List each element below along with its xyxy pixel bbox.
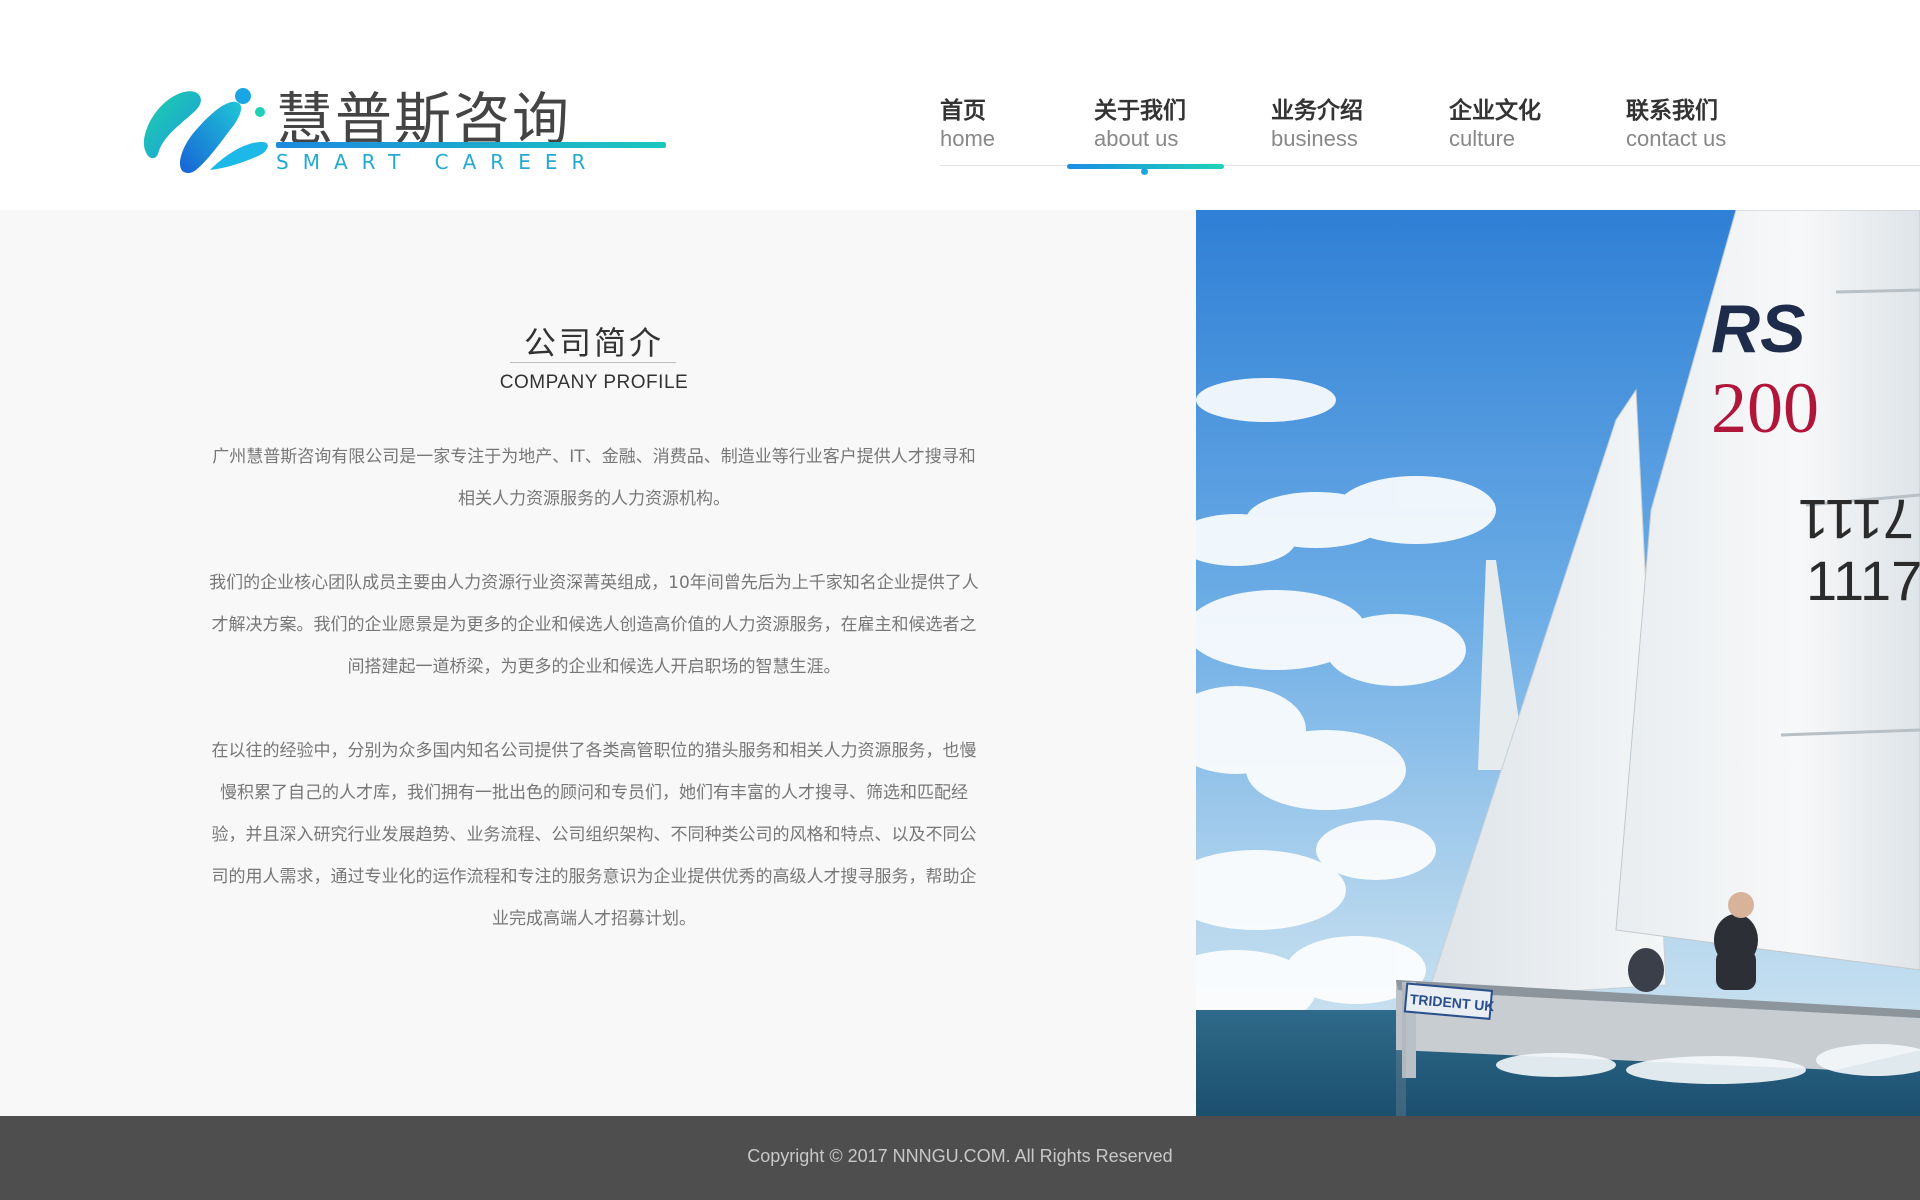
sail-number-mirrored: 7111 (1798, 488, 1914, 551)
site-footer: Copyright © 2017 NNNGU.COM. All Rights R… (0, 1116, 1920, 1200)
nav-item-label-cn: 业务介绍 (1271, 98, 1363, 124)
nav-item-label-cn: 首页 (940, 98, 986, 124)
profile-article: 广州慧普斯咨询有限公司是一家专注于为地产、IT、金融、消费品、制造业等行业客户提… (206, 436, 982, 982)
title-divider (510, 362, 676, 363)
company-profile-panel: 公司简介 COMPANY PROFILE 广州慧普斯咨询有限公司是一家专注于为地… (0, 210, 1196, 1116)
nav-item-label-cn: 关于我们 (1094, 98, 1186, 124)
main-nav: 首页 home 关于我们 about us 业务介绍 business 企业文化… (940, 96, 1920, 176)
section-subtitle: COMPANY PROFILE (499, 372, 689, 393)
nav-item-about[interactable]: 关于我们 about us (1094, 96, 1186, 152)
nav-item-label-en: contact us (1626, 126, 1727, 151)
nav-item-business[interactable]: 业务介绍 business (1271, 96, 1363, 152)
profile-paragraph: 我们的企业核心团队成员主要由人力资源行业资深菁英组成，10年间曾先后为上千家知名… (209, 573, 979, 677)
sail-letters: RS (1711, 291, 1805, 367)
sail-model-number: 200 (1711, 368, 1819, 448)
nav-item-label-cn: 企业文化 (1449, 98, 1541, 124)
profile-paragraph: 广州慧普斯咨询有限公司是一家专注于为地产、IT、金融、消费品、制造业等行业客户提… (212, 447, 976, 509)
brand-logo[interactable]: 慧普斯咨询 SMART CAREER (140, 78, 666, 178)
brand-tagline: SMART CAREER (276, 150, 600, 174)
nav-item-label-en: business (1271, 126, 1358, 151)
logo-mark-icon (143, 88, 268, 174)
section-title: 公司简介 (523, 324, 664, 362)
sailboat-illustration: RS 200 7111 1117 TRIDENT UK (1196, 210, 1920, 1116)
copyright-text: Copyright © 2017 NNNGU.COM. All Rights R… (747, 1146, 1173, 1166)
sailboat-photo: RS 200 7111 1117 TRIDENT UK (1196, 210, 1920, 1116)
brand-underline (276, 142, 666, 148)
sail-number: 1117 (1806, 549, 1920, 612)
nav-item-contact[interactable]: 联系我们 contact us (1626, 96, 1726, 152)
nav-item-label-en: home (940, 126, 996, 151)
nav-item-label-en: about us (1094, 126, 1179, 151)
about-section: 公司简介 COMPANY PROFILE 广州慧普斯咨询有限公司是一家专注于为地… (0, 210, 1920, 1116)
nav-item-home[interactable]: 首页 home (940, 96, 995, 152)
nav-active-dot (1141, 168, 1148, 175)
site-header: 慧普斯咨询 SMART CAREER 首页 home 关于我们 about us… (0, 0, 1920, 210)
nav-item-culture[interactable]: 企业文化 culture (1449, 96, 1541, 152)
profile-paragraph: 在以往的经验中，分别为众多国内知名公司提供了各类高管职位的猎头服务和相关人力资源… (211, 741, 977, 929)
nav-item-label-en: culture (1449, 126, 1516, 151)
nav-item-label-cn: 联系我们 (1626, 98, 1718, 124)
